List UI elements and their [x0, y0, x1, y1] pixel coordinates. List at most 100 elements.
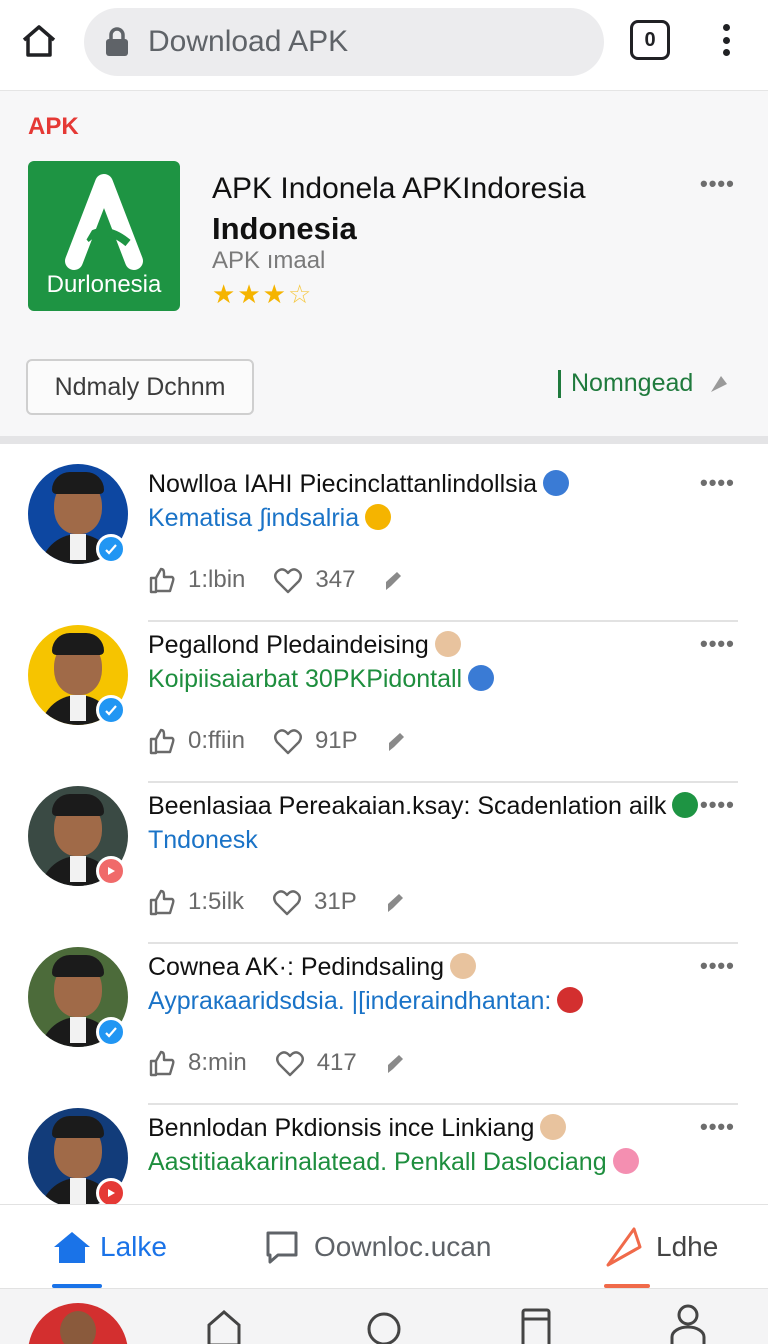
post-title[interactable]: Cownea AK·: Pedindsaling — [148, 953, 477, 982]
post-divider — [148, 1103, 738, 1105]
like-icon[interactable] — [148, 727, 176, 755]
verified-icon — [96, 1017, 126, 1047]
feed-post[interactable]: Pegallond Pledaindeising Koipiisaiarbat 3… — [0, 623, 768, 783]
like-icon[interactable] — [148, 1049, 176, 1077]
circle-icon[interactable] — [366, 1309, 402, 1344]
play-icon — [96, 856, 126, 886]
system-nav-bar — [0, 1288, 768, 1344]
tab-comments[interactable]: Oownloc.ucan — [264, 1205, 491, 1289]
post-subtitle[interactable]: Aypraкaaridsdsia. |[inderaindhantan: — [148, 987, 584, 1016]
lock-icon — [106, 27, 128, 56]
post-more-icon[interactable]: •••• — [700, 470, 735, 496]
post-title-text: Pegallond Pledaindeising — [148, 631, 429, 659]
section-divider — [0, 436, 768, 444]
person-icon[interactable] — [668, 1303, 708, 1344]
feed-post[interactable]: Beenlasiaa Pereakaian.ksay: Scadenlation… — [0, 784, 768, 944]
tab-share[interactable]: Ldhe — [604, 1205, 718, 1289]
tab-home[interactable]: Lalke — [52, 1205, 167, 1289]
post-subtitle[interactable]: Tndonesk — [148, 826, 258, 855]
verified-icon — [96, 695, 126, 725]
post-more-icon[interactable]: •••• — [700, 792, 735, 818]
post-more-icon[interactable]: •••• — [700, 953, 735, 979]
emoji-icon — [434, 631, 461, 657]
share-icon[interactable] — [383, 568, 407, 592]
like-count: 1:5ilk — [188, 888, 245, 915]
emoji-icon — [468, 665, 495, 691]
emoji-icon — [540, 1114, 567, 1140]
comment-count: 91P — [314, 727, 358, 754]
star-icon: ★ — [237, 279, 263, 309]
like-icon[interactable] — [148, 888, 176, 916]
post-more-icon[interactable]: •••• — [700, 631, 735, 657]
post-more-icon[interactable]: •••• — [700, 1114, 735, 1140]
feed-post[interactable]: Bennlodan Pkdionsis ince Linkiang Aastiti… — [0, 1106, 768, 1204]
post-subtitle[interactable]: Koipiisaiarbat 30PKPidontall — [148, 665, 495, 694]
post-title-text: Bennlodan Pkdionsis ince Linkiang — [148, 1114, 535, 1142]
post-title[interactable]: Beenlasiaa Pereakaian.ksay: Scadenlation… — [148, 792, 699, 821]
home-icon — [54, 1232, 90, 1263]
post-subtitle-text: Aypraкaaridsdsia. |[inderaindhantan: — [148, 987, 552, 1015]
tab-home-label: Lalke — [100, 1231, 167, 1262]
post-subtitle-text: Koipiisaiarbat 30PKPidontall — [148, 665, 463, 693]
app-more-icon[interactable]: •••• — [700, 171, 735, 197]
post-subtitle-text: Kematisa ∫indsalria — [148, 504, 360, 532]
like-count: 8:min — [188, 1049, 247, 1076]
feed-post[interactable]: Cownea AK·: Pedindsaling Aypraкaaridsdsia… — [0, 945, 768, 1105]
download-label: Nomngead — [571, 369, 694, 397]
comment-count: 347 — [315, 566, 356, 593]
heart-icon[interactable] — [273, 566, 303, 594]
star-icon: ★ — [212, 279, 238, 309]
app-title-line2: Indonesia — [212, 211, 357, 246]
like-count: 0:ffiin — [188, 727, 245, 754]
post-subtitle[interactable]: Kematisa ∫indsalria — [148, 504, 392, 533]
emoji-icon — [612, 1148, 639, 1174]
post-actions: 0:ffiin 91P — [148, 727, 410, 755]
app-header-card: APK Durlonesia APK Indonela APKIndoresia… — [0, 90, 768, 436]
app-subtitle: APK ımaal — [212, 247, 326, 274]
home-icon[interactable] — [18, 20, 60, 62]
download-link[interactable]: Nomngead — [558, 369, 733, 398]
share-icon[interactable] — [385, 1051, 409, 1075]
comment-icon — [266, 1231, 298, 1264]
comment-count: 417 — [316, 1049, 357, 1076]
like-icon[interactable] — [148, 566, 176, 594]
post-subtitle-text: Aastitiaakarinalatead. Penkall Daslocian… — [148, 1148, 607, 1176]
emoji-icon — [450, 953, 477, 979]
feed-post[interactable]: Nowlloa IAHI Piecinclattanlindollsia Kema… — [0, 462, 768, 622]
emoji-icon — [557, 987, 584, 1013]
star-icon: ★ — [262, 279, 288, 309]
profile-avatar-icon[interactable] — [28, 1303, 128, 1344]
emoji-icon — [672, 792, 699, 818]
overflow-menu-icon[interactable] — [712, 20, 740, 60]
post-title[interactable]: Pegallond Pledaindeising — [148, 631, 461, 660]
share-icon[interactable] — [385, 890, 409, 914]
emoji-icon — [365, 504, 392, 530]
browser-toolbar: Download APK 0 — [0, 0, 768, 88]
post-title-text: Nowlloa IAHI Piecinclattanlindollsia — [148, 470, 538, 498]
post-divider — [148, 620, 738, 622]
address-bar[interactable]: Download APK — [84, 8, 604, 76]
post-actions: 1:lbin 347 — [148, 566, 407, 594]
app-icon[interactable]: Durlonesia — [28, 161, 180, 311]
arrow-right-icon — [711, 375, 728, 392]
heart-icon[interactable] — [273, 727, 303, 755]
app-logo-icon — [65, 174, 143, 270]
post-title[interactable]: Bennlodan Pkdionsis ince Linkiang — [148, 1114, 567, 1143]
post-subtitle[interactable]: Aastitiaakarinalatead. Penkall Daslocian… — [148, 1148, 639, 1177]
recent-apps-icon[interactable] — [520, 1307, 552, 1344]
heart-icon[interactable] — [275, 1049, 305, 1077]
tab-switcher-button[interactable]: 0 — [630, 20, 670, 60]
app-title-line1: APK Indonela APKIndoresia — [212, 172, 586, 205]
app-title: APK Indonela APKIndoresia Indonesia — [212, 169, 672, 249]
post-divider — [148, 942, 738, 944]
secondary-button[interactable]: Ndmaly Dchnm — [26, 359, 254, 415]
tab-comments-label: Oownloc.ucan — [314, 1231, 492, 1262]
share-icon[interactable] — [386, 729, 410, 753]
play-icon — [96, 1178, 126, 1204]
post-feed: Nowlloa IAHI Piecinclattanlindollsia Kema… — [0, 444, 768, 1204]
post-title[interactable]: Nowlloa IAHI Piecinclattanlindollsia — [148, 470, 570, 499]
post-actions: 1:5ilk 31P — [148, 888, 409, 916]
heart-icon[interactable] — [272, 888, 302, 916]
home-outline-icon[interactable] — [206, 1309, 242, 1344]
tab-count: 0 — [644, 28, 656, 51]
